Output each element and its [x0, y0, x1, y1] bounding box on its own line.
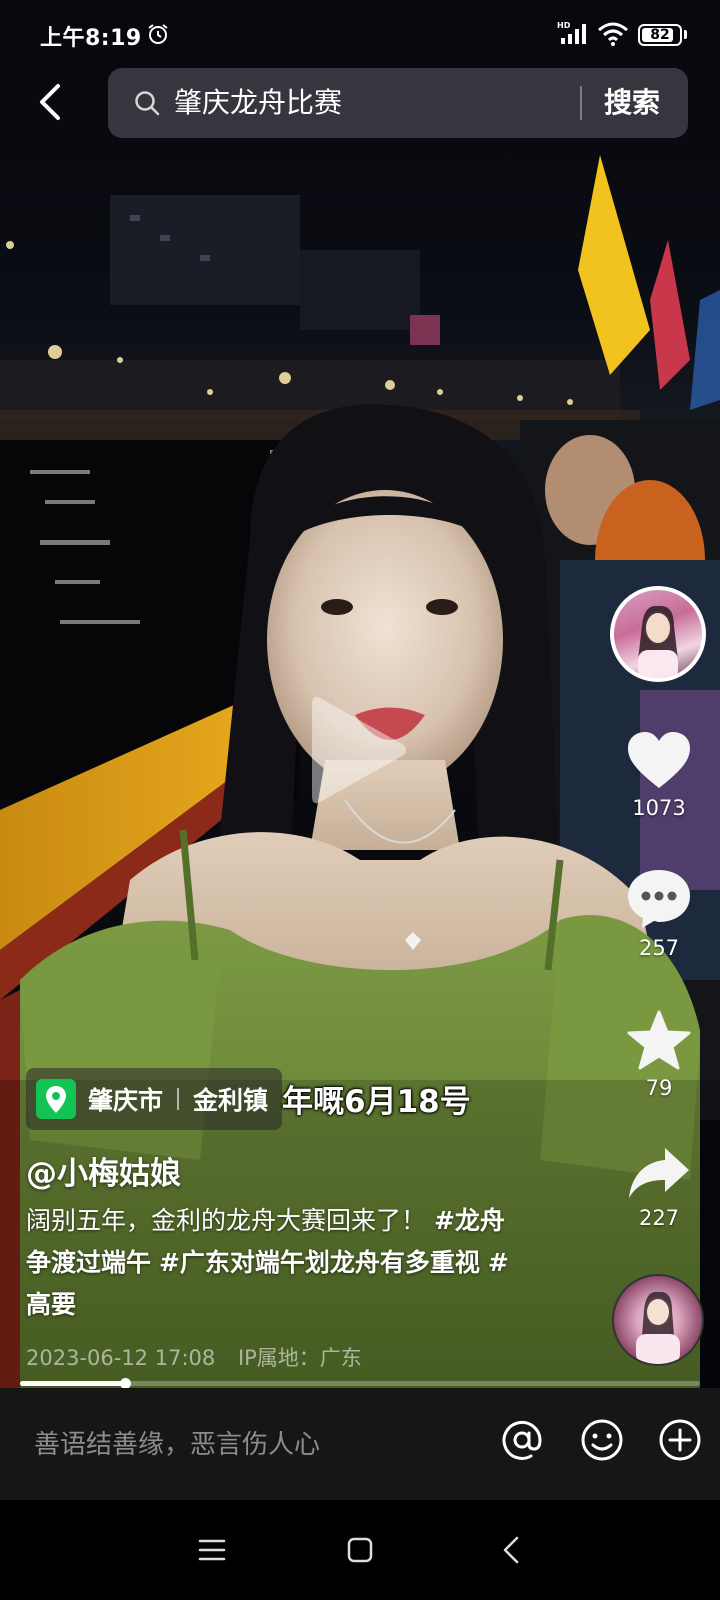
- network-type-label: HD: [557, 21, 571, 30]
- music-disc[interactable]: [612, 1274, 704, 1366]
- home-icon[interactable]: [340, 1530, 380, 1570]
- post-date: 2023-06-12 17:08: [26, 1346, 216, 1370]
- video-progress-bar[interactable]: [20, 1378, 700, 1389]
- battery-cap: [684, 30, 687, 39]
- play-icon[interactable]: [302, 690, 412, 810]
- hashtag[interactable]: #广东对端午划龙舟有多重视: [159, 1248, 480, 1277]
- status-bar: 上午8:19 HD 82: [0, 0, 720, 66]
- caption-text: 阔别五年，金利的龙舟大赛回来了！: [26, 1206, 427, 1235]
- comment-button[interactable]: 257: [618, 868, 700, 960]
- menu-icon[interactable]: [192, 1530, 232, 1570]
- star-icon: [627, 1010, 691, 1070]
- heart-icon: [628, 732, 690, 788]
- video-subtitle: 年嘅6月18号: [282, 1084, 471, 1120]
- comment-bubble-icon: [628, 870, 690, 928]
- video-progress-fill: [20, 1381, 126, 1386]
- location-town: 金利镇: [193, 1086, 269, 1115]
- favorite-button[interactable]: 79: [618, 1010, 700, 1100]
- location-separator: [177, 1088, 180, 1110]
- comment-input[interactable]: 善语结善缘，恶言伤人心: [34, 1424, 320, 1461]
- search-input[interactable]: 肇庆龙舟比赛: [174, 84, 342, 122]
- music-disc-image: [636, 1291, 680, 1364]
- location-city: 肇庆市: [88, 1086, 164, 1115]
- wifi-icon: [598, 22, 628, 46]
- battery-level: 82: [650, 27, 670, 43]
- nav-back-icon[interactable]: [492, 1530, 532, 1570]
- author-name[interactable]: @小梅姑娘: [26, 1148, 181, 1193]
- search-icon: [135, 91, 160, 116]
- post-caption: 阔别五年，金利的龙舟大赛回来了！ #龙舟争渡过端午 #广东对端午划龙舟有多重视 …: [26, 1200, 526, 1326]
- search-bar[interactable]: 肇庆龙舟比赛 搜索: [108, 68, 688, 138]
- search-button[interactable]: 搜索: [604, 84, 660, 122]
- battery-icon: 82: [638, 24, 682, 46]
- location-chip[interactable]: 肇庆市 金利镇: [26, 1068, 283, 1130]
- at-icon[interactable]: [498, 1416, 546, 1464]
- ip-location: IP属地：广东: [237, 1346, 362, 1370]
- search-divider: [580, 86, 582, 120]
- author-avatar[interactable]: [610, 586, 706, 682]
- system-nav-bar: [0, 1500, 720, 1600]
- location-pin-icon: [36, 1079, 76, 1119]
- favorite-count: 79: [645, 1076, 673, 1100]
- clock: 上午8:19: [40, 26, 142, 51]
- alarm-icon: [148, 24, 168, 44]
- like-count: 1073: [632, 796, 686, 820]
- share-button[interactable]: 227: [618, 1146, 700, 1230]
- like-button[interactable]: 1073: [618, 730, 700, 820]
- share-arrow-icon: [629, 1148, 689, 1198]
- back-button[interactable]: [28, 78, 76, 126]
- share-count: 227: [638, 1206, 680, 1230]
- comment-bar: 善语结善缘，恶言伤人心: [0, 1388, 720, 1500]
- emoji-icon[interactable]: [578, 1416, 626, 1464]
- plus-circle-icon[interactable]: [656, 1416, 704, 1464]
- cellular-signal-icon: HD: [557, 21, 586, 44]
- chevron-left-icon: [40, 84, 60, 120]
- post-meta: 2023-06-12 17:08 IP属地：广东: [26, 1342, 378, 1372]
- avatar-image: [638, 605, 678, 678]
- comment-count: 257: [638, 936, 680, 960]
